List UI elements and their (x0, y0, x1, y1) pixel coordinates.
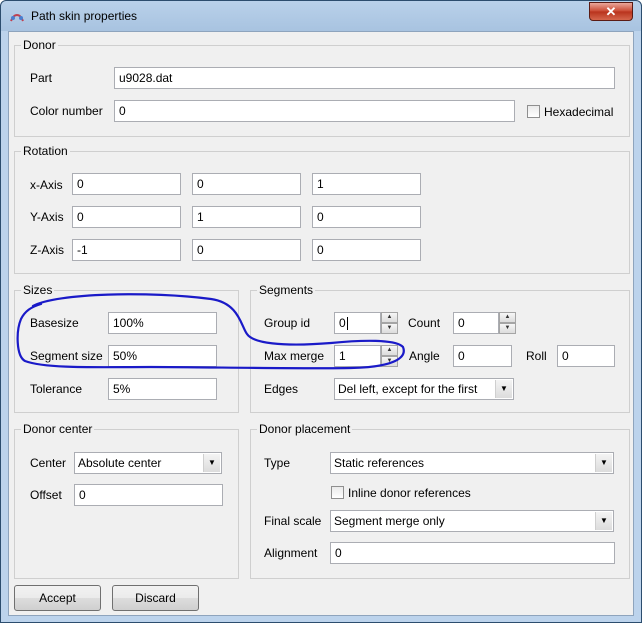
group-id-label: Group id (264, 316, 311, 330)
rotation-row-label: x-Axis (30, 178, 63, 192)
spin-down-icon[interactable]: ▼ (499, 323, 516, 334)
rotation-cell[interactable]: 0 (312, 239, 421, 261)
donor-placement-group-label: Donor placement (257, 422, 353, 436)
offset-input[interactable]: 0 (74, 484, 223, 506)
alignment-label: Alignment (264, 546, 318, 560)
donor-center-group-label: Donor center (21, 422, 95, 436)
rotation-cell[interactable]: 0 (312, 206, 421, 228)
alignment-input[interactable]: 0 (330, 542, 615, 564)
count-input[interactable]: 0 (453, 312, 499, 334)
hexadecimal-label: Hexadecimal (544, 105, 614, 119)
group-id-input[interactable]: 0 (334, 312, 381, 334)
rotation-cell[interactable]: 1 (192, 206, 301, 228)
final-scale-label: Final scale (264, 514, 322, 528)
chevron-down-icon[interactable]: ▼ (595, 512, 612, 530)
spin-down-icon[interactable]: ▼ (381, 356, 398, 367)
rotation-row-label: Y-Axis (30, 210, 64, 224)
part-input[interactable]: u9028.dat (114, 67, 615, 89)
hexadecimal-checkbox[interactable] (527, 105, 540, 118)
donor-group-label: Donor (21, 38, 58, 52)
window-title: Path skin properties (31, 9, 138, 23)
max-merge-input[interactable]: 1 (334, 345, 381, 367)
inline-donor-references-checkbox[interactable] (331, 486, 344, 499)
segment-size-label: Segment size (30, 349, 103, 363)
edges-dropdown[interactable]: Del left, except for the first ▼ (334, 378, 514, 400)
donor-group: Donor (14, 38, 630, 137)
rotation-cell[interactable]: -1 (72, 239, 181, 261)
group-id-spinner[interactable]: ▲ ▼ (381, 312, 398, 334)
center-selected-value: Absolute center (78, 456, 162, 470)
final-scale-selected-value: Segment merge only (334, 514, 445, 528)
center-label: Center (30, 456, 67, 470)
chevron-down-icon[interactable]: ▼ (495, 380, 512, 398)
edges-selected-value: Del left, except for the first (338, 382, 478, 396)
rotation-cell[interactable]: 0 (72, 206, 181, 228)
count-label: Count (408, 316, 441, 330)
accept-button[interactable]: Accept (14, 585, 101, 611)
rotation-cell[interactable]: 0 (192, 239, 301, 261)
tolerance-input[interactable]: 5% (108, 378, 217, 400)
chevron-down-icon[interactable]: ▼ (203, 454, 220, 472)
basesize-label: Basesize (30, 316, 79, 330)
type-label: Type (264, 456, 291, 470)
type-dropdown[interactable]: Static references ▼ (330, 452, 614, 474)
rotation-cell[interactable]: 0 (192, 173, 301, 195)
angle-label: Angle (409, 349, 440, 363)
app-icon (10, 14, 24, 22)
chevron-down-icon[interactable]: ▼ (595, 454, 612, 472)
discard-button[interactable]: Discard (112, 585, 199, 611)
edges-label: Edges (264, 382, 299, 396)
offset-label: Offset (30, 488, 62, 502)
roll-label: Roll (526, 349, 547, 363)
rotation-cell[interactable]: 1 (312, 173, 421, 195)
tolerance-label: Tolerance (30, 382, 83, 396)
title-bar[interactable]: Path skin properties ✕ (1, 1, 641, 31)
color-number-label: Color number (30, 104, 103, 118)
basesize-input[interactable]: 100% (108, 312, 217, 334)
type-selected-value: Static references (334, 456, 425, 470)
inline-donor-references-label: Inline donor references (348, 486, 471, 500)
text-caret (346, 317, 348, 331)
count-spinner[interactable]: ▲ ▼ (499, 312, 516, 334)
max-merge-label: Max merge (264, 349, 325, 363)
spin-down-icon[interactable]: ▼ (381, 323, 398, 334)
spin-up-icon[interactable]: ▲ (499, 312, 516, 323)
color-number-input[interactable]: 0 (114, 100, 515, 122)
segment-size-input[interactable]: 50% (108, 345, 217, 367)
part-label: Part (30, 71, 53, 85)
rotation-group-label: Rotation (21, 144, 70, 158)
segments-group-label: Segments (257, 283, 316, 297)
angle-input[interactable]: 0 (453, 345, 512, 367)
rotation-cell[interactable]: 0 (72, 173, 181, 195)
spin-up-icon[interactable]: ▲ (381, 345, 398, 356)
group-id-value: 0 (339, 316, 346, 330)
final-scale-dropdown[interactable]: Segment merge only ▼ (330, 510, 614, 532)
close-icon: ✕ (605, 4, 617, 19)
max-merge-spinner[interactable]: ▲ ▼ (381, 345, 398, 367)
sizes-group-label: Sizes (21, 283, 55, 297)
spin-up-icon[interactable]: ▲ (381, 312, 398, 323)
center-dropdown[interactable]: Absolute center ▼ (74, 452, 222, 474)
close-button[interactable]: ✕ (589, 2, 633, 21)
roll-input[interactable]: 0 (557, 345, 615, 367)
rotation-row-label: Z-Axis (30, 243, 64, 257)
dialog-window: Path skin properties ✕ Donor Part u9028.… (0, 0, 642, 623)
